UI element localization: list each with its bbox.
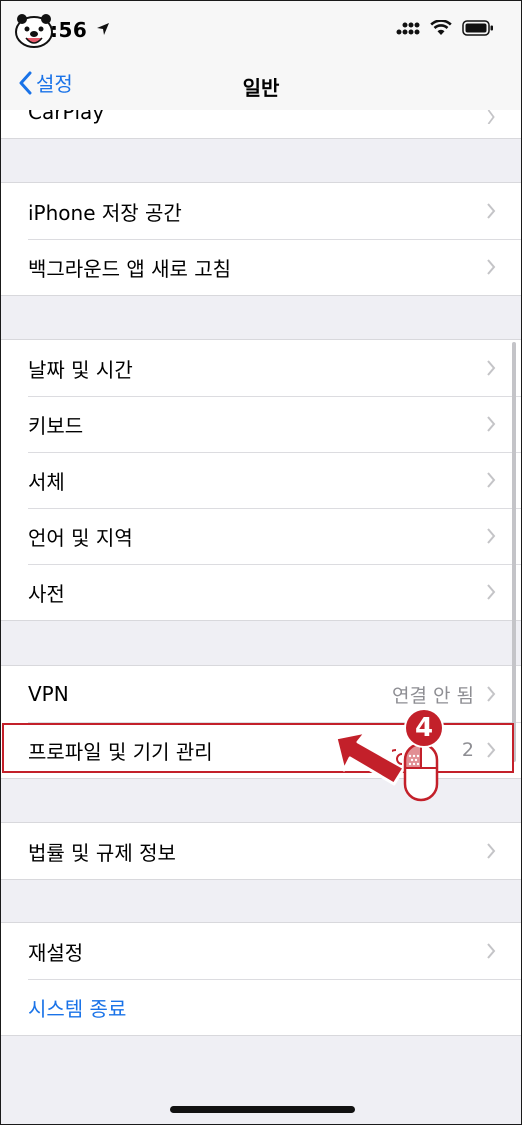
row-label: 키보드 xyxy=(28,413,84,438)
chevron-right-icon xyxy=(487,742,496,758)
section-storage: iPhone 저장 공간 백그라운드 앱 새로 고침 xyxy=(0,182,522,296)
list-row-keyboard[interactable]: 키보드 xyxy=(0,396,522,452)
row-value: 연결 안 됨 xyxy=(392,684,474,707)
chevron-right-icon xyxy=(487,360,496,376)
row-label: 언어 및 지역 xyxy=(28,525,133,550)
row-label: 서체 xyxy=(28,469,65,494)
wifi-icon xyxy=(430,20,452,35)
section-reset: 재설정 시스템 종료 xyxy=(0,922,522,1036)
row-label: 날짜 및 시간 xyxy=(28,357,133,382)
chevron-right-icon xyxy=(487,686,496,702)
list-row-carplay[interactable]: CarPlay xyxy=(0,110,522,139)
row-value: 2 xyxy=(461,739,474,761)
row-label: VPN xyxy=(28,682,69,706)
page-title: 일반 xyxy=(242,76,280,100)
section-language: 날짜 및 시간 키보드 서체 언어 및 지역 사전 xyxy=(0,339,522,621)
list-row-reset[interactable]: 재설정 xyxy=(0,923,522,979)
location-arrow-icon xyxy=(97,23,109,35)
battery-icon xyxy=(462,20,493,36)
status-time: :56 xyxy=(50,18,88,42)
chevron-right-icon xyxy=(487,110,495,124)
chevron-right-icon xyxy=(487,203,496,219)
chevron-right-icon xyxy=(487,528,496,544)
row-label: iPhone 저장 공간 xyxy=(28,200,182,225)
list-row-iphone-storage[interactable]: iPhone 저장 공간 xyxy=(0,183,522,239)
mascot-icon xyxy=(15,14,53,48)
list-row-shut-down[interactable]: 시스템 종료 xyxy=(0,979,522,1035)
row-label: 사전 xyxy=(28,581,65,606)
list-row-vpn[interactable]: VPN 연결 안 됨 xyxy=(0,666,522,722)
chevron-right-icon xyxy=(487,416,496,432)
cellular-signal-icon xyxy=(396,22,420,35)
list-row-dictionary[interactable]: 사전 xyxy=(0,564,522,620)
mouse-click-icon xyxy=(392,742,439,802)
chevron-right-icon xyxy=(487,843,496,859)
chevron-right-icon xyxy=(487,584,496,600)
list-row-background-refresh[interactable]: 백그라운드 앱 새로 고침 xyxy=(0,239,522,295)
chevron-right-icon xyxy=(487,943,496,959)
home-indicator[interactable] xyxy=(170,1106,355,1113)
row-label: 프로파일 및 기기 관리 xyxy=(28,739,213,764)
step-badge: 4 xyxy=(404,708,444,748)
row-label: 법률 및 규제 정보 xyxy=(28,840,176,865)
list-row-fonts[interactable]: 서체 xyxy=(0,452,522,508)
scroll-indicator[interactable] xyxy=(512,342,516,762)
status-bar: :56 xyxy=(0,0,522,60)
chevron-right-icon xyxy=(487,472,496,488)
step-number: 4 xyxy=(414,713,434,743)
row-label: 백그라운드 앱 새로 고침 xyxy=(28,256,232,281)
list-row-date-time[interactable]: 날짜 및 시간 xyxy=(0,340,522,396)
chevron-right-icon xyxy=(487,259,496,275)
section-legal: 법률 및 규제 정보 xyxy=(0,822,522,880)
row-label: CarPlay xyxy=(28,110,105,124)
row-label: 재설정 xyxy=(28,940,84,965)
row-label: 시스템 종료 xyxy=(28,996,127,1021)
list-row-legal-regulatory[interactable]: 법률 및 규제 정보 xyxy=(0,823,522,879)
list-row-language-region[interactable]: 언어 및 지역 xyxy=(0,508,522,564)
navigation-bar: 설정 일반 xyxy=(0,60,522,110)
